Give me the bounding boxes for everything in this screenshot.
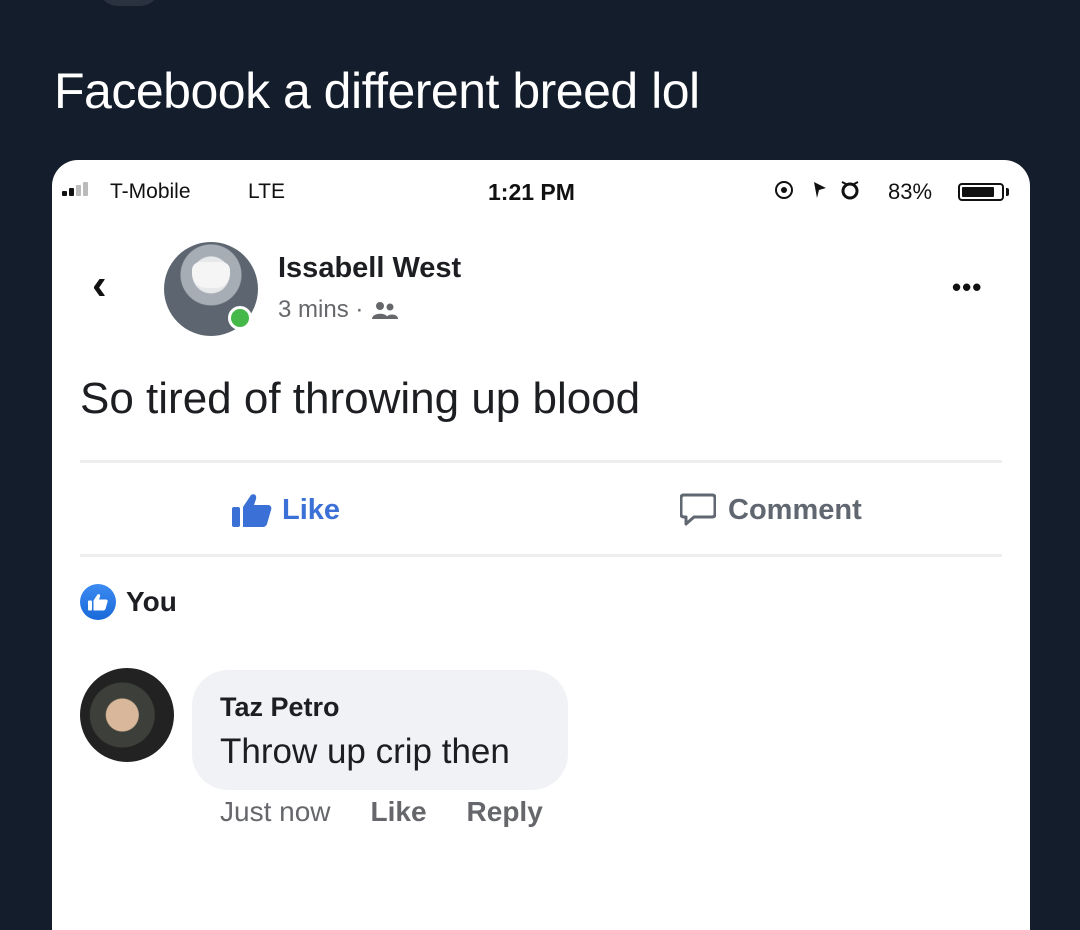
status-indicator-icons <box>775 181 859 200</box>
like-button[interactable]: Like <box>232 490 340 530</box>
status-icons <box>774 178 874 208</box>
post-text: So tired of throwing up blood <box>80 374 641 423</box>
alarm-icon <box>841 182 859 200</box>
thumbs-up-icon <box>232 494 272 527</box>
commenter-avatar[interactable] <box>80 668 174 762</box>
comment-bubble-icon <box>680 493 716 526</box>
comment-button[interactable]: Comment <box>680 490 862 530</box>
like-reaction-icon <box>80 584 116 620</box>
battery-tip <box>1006 188 1009 196</box>
comment-label: Comment <box>728 493 862 526</box>
comment-timestamp: Just now <box>220 796 331 827</box>
comment-reply-link[interactable]: Reply <box>467 796 543 828</box>
battery-percent: 83% <box>888 179 933 204</box>
like-label: Like <box>282 493 341 526</box>
comment-text: Throw up crip then <box>220 732 510 771</box>
face-mask-graphic <box>192 262 230 288</box>
battery-icon <box>958 183 1004 201</box>
online-indicator <box>228 306 252 330</box>
reactions-summary[interactable]: You <box>80 584 177 620</box>
comment-actions: Just now Like Reply <box>220 796 543 828</box>
commenter-name[interactable]: Taz Petro <box>220 692 340 723</box>
poster-name[interactable]: Issabell West <box>278 252 461 285</box>
status-bar: T-Mobile LTE 1:21 PM 83% <box>52 160 1030 222</box>
divider <box>80 460 1002 463</box>
tweet-text: Facebook a different breed lol <box>54 63 700 119</box>
comment-like-link[interactable]: Like <box>371 796 427 828</box>
post-timestamp: 3 mins · <box>278 296 364 323</box>
clock: 1:21 PM <box>488 179 575 205</box>
facebook-screenshot: T-Mobile LTE 1:21 PM 83% ‹ Issabell West… <box>52 160 1030 930</box>
network-label: LTE <box>248 180 285 203</box>
comment-bubble <box>192 670 568 790</box>
more-options-icon[interactable]: ••• <box>952 272 982 303</box>
friends-privacy-icon <box>372 301 399 319</box>
back-chevron-icon[interactable]: ‹ <box>92 260 132 310</box>
profile-avatar-fragment <box>98 0 160 6</box>
signal-icon <box>62 182 102 196</box>
post-meta: 3 mins · <box>278 296 399 324</box>
location-icon <box>814 182 826 198</box>
divider <box>80 554 1002 557</box>
carrier-label: T-Mobile <box>110 180 191 203</box>
reactor-name: You <box>126 586 177 617</box>
